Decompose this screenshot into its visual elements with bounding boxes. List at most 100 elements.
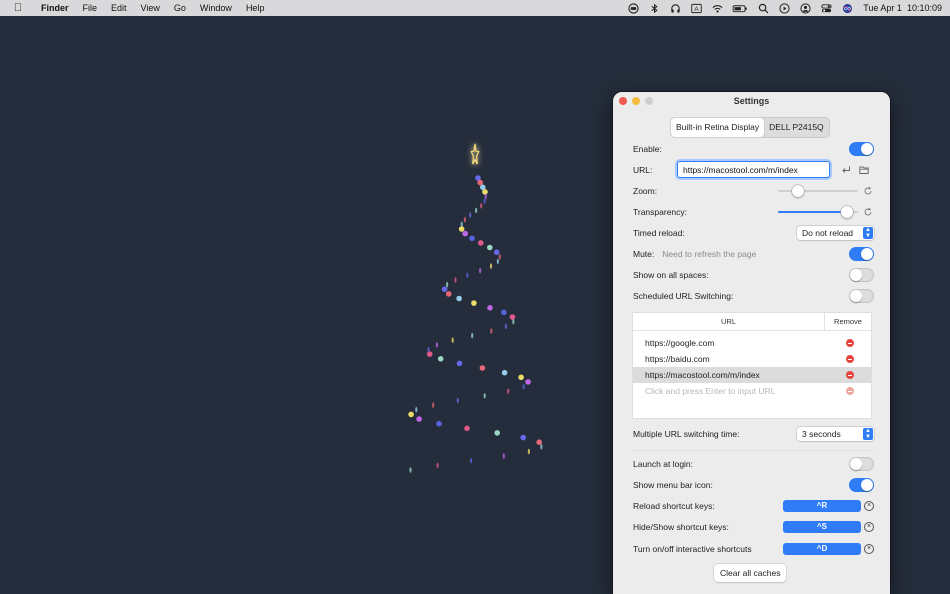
clear-caches-button[interactable]: Clear all caches	[714, 564, 787, 582]
tab-built-in-display[interactable]: Built-in Retina Display	[671, 118, 765, 137]
display-selector: Built-in Retina Display DELL P2415Q	[670, 117, 830, 138]
new-url-placeholder[interactable]: Click and press Enter to input URL	[633, 386, 845, 396]
menu-app-name[interactable]: Finder	[35, 0, 76, 16]
tree-light	[436, 462, 439, 469]
return-icon[interactable]	[840, 164, 852, 176]
tree-light	[469, 212, 472, 218]
tree-light	[460, 221, 463, 228]
table-row[interactable]: https://google.com	[633, 335, 871, 351]
launch-login-toggle[interactable]	[849, 457, 874, 471]
mute-label: Mute:	[633, 249, 655, 259]
switch-time-row: Multiple URL switching time: 3 seconds ▲…	[633, 426, 874, 442]
tree-light	[482, 189, 488, 195]
menu-edit[interactable]: Edit	[104, 0, 134, 16]
clear-shortcut-icon[interactable]: ×	[864, 501, 874, 511]
tree-light	[462, 230, 469, 237]
tree-light	[479, 365, 486, 371]
apple-menu-icon[interactable]: 	[11, 0, 25, 16]
tree-light	[509, 314, 516, 320]
siri-icon[interactable]	[841, 2, 853, 14]
enable-toggle[interactable]	[849, 142, 874, 156]
tree-light	[471, 332, 474, 339]
reload-shortcut-recorder[interactable]: ^R	[783, 500, 861, 512]
column-remove[interactable]: Remove	[825, 313, 871, 330]
remove-url-button[interactable]	[846, 339, 854, 347]
launch-login-row: Launch at login:	[633, 456, 874, 472]
column-url[interactable]: URL	[633, 313, 825, 330]
menu-file[interactable]: File	[76, 0, 105, 16]
tree-light	[408, 411, 414, 418]
transparency-row: Transparency:	[633, 204, 874, 220]
tree-light	[427, 346, 430, 353]
menu-view[interactable]: View	[134, 0, 167, 16]
tab-dell-display[interactable]: DELL P2415Q	[764, 118, 829, 137]
tree-light	[540, 444, 543, 450]
tree-light	[496, 258, 499, 265]
clear-shortcut-icon[interactable]: ×	[864, 544, 874, 554]
reset-transparency-icon[interactable]	[862, 206, 874, 218]
settings-window: Settings Built-in Retina Display DELL P2…	[613, 92, 890, 594]
wifi-icon[interactable]	[711, 2, 723, 14]
tree-light	[415, 406, 418, 413]
mute-row: Mute: Need to refresh the page	[633, 246, 874, 262]
input-source-icon[interactable]: A	[690, 2, 702, 14]
row-url: https://macostool.com/m/index	[645, 370, 760, 380]
clear-shortcut-icon[interactable]: ×	[864, 522, 874, 532]
user-icon[interactable]	[799, 2, 811, 14]
scheduled-switching-toggle[interactable]	[849, 289, 874, 303]
switch-time-select[interactable]: 3 seconds ▲ ▼	[797, 427, 874, 441]
menu-window[interactable]: Window	[193, 0, 239, 16]
remove-url-button[interactable]	[846, 355, 854, 363]
headphones-icon[interactable]	[669, 2, 681, 14]
interactive-shortcut-recorder[interactable]: ^D	[783, 543, 861, 555]
play-icon[interactable]	[778, 2, 790, 14]
remove-url-button[interactable]	[846, 371, 854, 379]
zoom-slider[interactable]	[778, 184, 858, 198]
title-bar[interactable]: Settings	[613, 92, 890, 111]
menubar-icon-toggle[interactable]	[849, 478, 874, 492]
tree-light	[437, 356, 444, 362]
table-row-selected[interactable]: https://macostool.com/m/index	[633, 367, 871, 383]
tree-light	[426, 351, 433, 357]
input-source-label: A	[694, 6, 699, 13]
control-center-icon[interactable]	[820, 2, 832, 14]
globe-icon[interactable]	[627, 2, 639, 14]
timed-reload-value: Do not reload	[802, 228, 854, 238]
all-spaces-toggle[interactable]	[849, 268, 874, 282]
row-url: https://baidu.com	[645, 354, 710, 364]
transparency-slider[interactable]	[778, 205, 858, 219]
tree-light	[451, 337, 454, 344]
new-url-row[interactable]: Click and press Enter to input URL	[633, 383, 871, 399]
tree-light	[520, 434, 526, 441]
tree-light	[489, 263, 493, 269]
tree-light	[493, 249, 500, 255]
mute-hint: Need to refresh the page	[662, 249, 757, 259]
menu-help[interactable]: Help	[239, 0, 272, 16]
timed-reload-label: Timed reload:	[633, 228, 685, 238]
search-icon[interactable]	[757, 2, 769, 14]
tree-light	[441, 286, 448, 293]
table-row[interactable]: https://baidu.com	[633, 351, 871, 367]
tree-light	[479, 267, 482, 274]
all-spaces-label: Show on all spaces:	[633, 270, 709, 280]
chevron-updown-icon: ▲ ▼	[863, 227, 873, 239]
menu-clock[interactable]: Tue Apr 1 10:10:09	[863, 3, 942, 13]
reset-zoom-icon[interactable]	[862, 185, 874, 197]
tree-light	[409, 467, 412, 473]
url-input[interactable]: https://macostool.com/m/index	[677, 161, 830, 178]
hide-shortcut-recorder[interactable]: ^S	[783, 521, 861, 533]
bluetooth-icon[interactable]	[648, 2, 660, 14]
tree-star	[470, 143, 480, 165]
mute-toggle[interactable]	[849, 247, 874, 261]
menu-go[interactable]: Go	[167, 0, 193, 16]
clock-date: Tue Apr 1	[863, 3, 902, 13]
folder-icon[interactable]	[858, 164, 870, 176]
zoom-label: Zoom:	[633, 186, 658, 196]
timed-reload-select[interactable]: Do not reload ▲ ▼	[797, 226, 874, 240]
tree-light	[502, 453, 505, 459]
chevron-updown-icon: ▲ ▼	[863, 428, 873, 440]
tree-light	[466, 272, 469, 279]
tree-light	[478, 240, 484, 246]
battery-icon[interactable]	[732, 2, 748, 14]
tree-light	[484, 193, 487, 200]
